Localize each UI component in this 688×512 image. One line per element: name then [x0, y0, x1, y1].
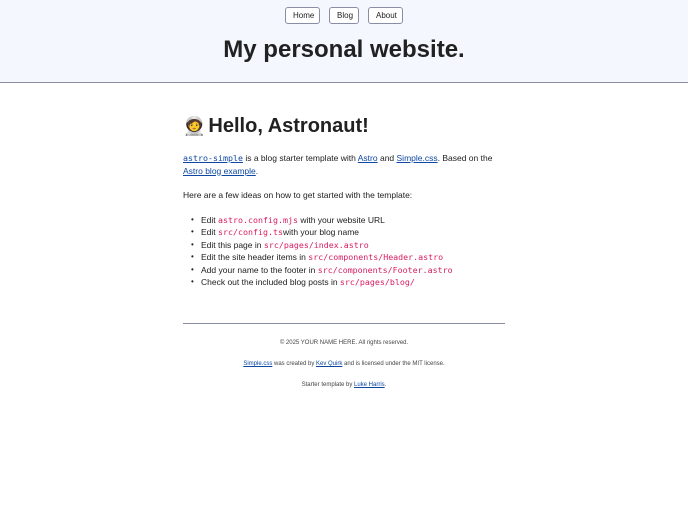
idea-prefix: Add your name to the footer in: [201, 264, 318, 275]
project-code: astro-simple: [183, 153, 243, 163]
idea-suffix: with your blog name: [282, 227, 360, 237]
starter-end: .: [384, 382, 387, 388]
idea-prefix: Edit: [201, 214, 219, 225]
idea-suffix: with your website URL: [297, 214, 385, 225]
intro-text-1: is a blog starter template with: [242, 153, 358, 163]
site-footer: © 2025 YOUR NAME HERE. All rights reserv…: [183, 323, 505, 389]
luke-harris-link[interactable]: Luke Harris: [354, 382, 385, 388]
list-item: Edit this page in src/pages/index.astro: [191, 239, 505, 252]
credit-text-2: and is licensed under the MIT license.: [342, 361, 445, 367]
main-nav: Home Blog About: [0, 7, 688, 24]
footer-simplecss-link[interactable]: Simple.css: [243, 361, 272, 367]
astro-link[interactable]: Astro: [358, 153, 378, 163]
intro-paragraph: astro-simple is a blog starter template …: [183, 152, 505, 177]
ideas-lead: Here are a few ideas on how to get start…: [183, 190, 413, 200]
site-title: My personal website.: [223, 36, 465, 63]
simplecss-link[interactable]: Simple.css: [397, 153, 438, 163]
list-item: Edit src/config.tswith your blog name: [191, 226, 505, 239]
idea-prefix: Check out the included blog posts in: [201, 277, 340, 287]
idea-code: astro.config.mjs: [218, 214, 298, 225]
intro-text-3: . Based on the: [437, 153, 493, 163]
idea-code: src/components/Footer.astro: [317, 264, 453, 275]
kev-quirk-link[interactable]: Kev Quirk: [316, 361, 342, 367]
nav-home-button[interactable]: Home: [285, 7, 320, 24]
astro-blog-example-link[interactable]: Astro blog example: [183, 166, 256, 176]
ideas-list: Edit astro.config.mjs with your website …: [183, 214, 505, 289]
intro-text-4: .: [255, 165, 259, 176]
list-item: Add your name to the footer in src/compo…: [191, 264, 505, 277]
main-content: 🧑‍🚀 Hello, Astronaut! astro-simple is a b…: [183, 113, 505, 289]
starter-text: Starter template by: [301, 382, 354, 388]
idea-code: src/pages/index.astro: [263, 239, 369, 250]
astro-simple-link[interactable]: astro-simple: [183, 153, 243, 163]
list-item: Edit the site header items in src/compon…: [191, 251, 505, 264]
intro-text-2: and: [377, 153, 397, 163]
idea-prefix: Edit the site header items in: [201, 252, 309, 262]
list-item: Edit astro.config.mjs with your website …: [191, 214, 505, 227]
idea-code: src/pages/blog/: [339, 277, 415, 287]
nav-about-button[interactable]: About: [368, 7, 403, 24]
starter-line: Starter template by Luke Harris.: [183, 381, 505, 389]
idea-prefix: Edit this page in: [201, 239, 264, 250]
credit-text-1: was created by: [272, 361, 317, 367]
astronaut-icon: 🧑‍🚀: [183, 116, 206, 136]
nav-blog-button[interactable]: Blog: [329, 7, 359, 24]
page-heading-text: Hello, Astronaut!: [208, 115, 369, 137]
page-heading: 🧑‍🚀 Hello, Astronaut!: [183, 113, 505, 139]
credit-line: Simple.css was created by Kev Quirk and …: [183, 360, 505, 368]
idea-prefix: Edit: [201, 227, 219, 237]
idea-code: src/config.ts: [218, 227, 283, 237]
site-header: Home Blog About My personal website.: [0, 0, 688, 83]
idea-code: src/components/Header.astro: [308, 252, 444, 262]
list-item: Check out the included blog posts in src…: [191, 276, 505, 289]
copyright-text: © 2025 YOUR NAME HERE. All rights reserv…: [279, 340, 409, 346]
